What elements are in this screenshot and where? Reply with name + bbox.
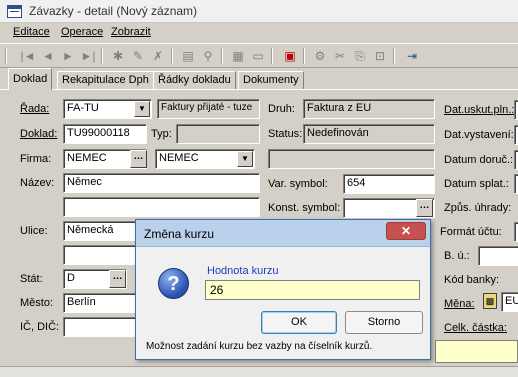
celk-castka-label: Celk. částka: xyxy=(444,322,507,334)
ulice-label: Ulice: xyxy=(20,225,48,237)
first-record-icon[interactable]: |◄ xyxy=(20,48,36,64)
status-field: Nedefinován xyxy=(303,124,435,144)
status-label: Status: xyxy=(268,128,303,140)
rada-combo[interactable]: FA-TU ▼ xyxy=(63,99,152,119)
app-window-icon xyxy=(7,5,22,18)
nazev2-field[interactable] xyxy=(63,197,260,217)
dat-vystaveni-field[interactable] xyxy=(514,125,518,145)
menu-zobrazit[interactable]: Zobrazit xyxy=(111,26,151,38)
print-icon[interactable]: ▭ xyxy=(250,48,266,64)
dialog-title: Změna kurzu xyxy=(144,227,215,241)
horizontal-scrollbar[interactable] xyxy=(0,366,518,377)
attach-icon[interactable]: ⎘ xyxy=(352,48,368,64)
find-icon[interactable]: ⚲ xyxy=(200,48,216,64)
prev-record-icon[interactable]: ◄ xyxy=(40,48,56,64)
change-rate-dialog: Změna kurzu ✕ ? Hodnota kurzu 26 OK Stor… xyxy=(135,219,431,360)
stat-lookup-button[interactable]: … xyxy=(109,270,126,288)
nazev-field[interactable]: Němec xyxy=(63,173,260,193)
question-icon: ? xyxy=(158,268,189,299)
menu-operace[interactable]: Operace xyxy=(61,26,103,38)
stat-label: Stát: xyxy=(20,273,43,285)
tab-radky-dokladu[interactable]: Řádky dokladu xyxy=(153,71,236,89)
typ-label: Typ: xyxy=(151,128,172,140)
currency-icon[interactable]: ▩ xyxy=(483,293,497,309)
var-symbol-field[interactable]: 654 xyxy=(343,174,435,194)
tab-strip: Doklad Rekapitulace Dph Řádky dokladu Do… xyxy=(0,68,518,90)
tab-dokumenty[interactable]: Dokumenty xyxy=(238,71,304,89)
rada-description: Faktury přijaté - tuze xyxy=(157,99,260,119)
gear-icon[interactable]: ⚙ xyxy=(312,48,328,64)
mena-label: Měna: xyxy=(444,298,475,310)
chevron-down-icon[interactable]: ▼ xyxy=(134,101,150,117)
dat-uskut-field[interactable] xyxy=(514,100,518,120)
tools-icon[interactable]: ✂ xyxy=(332,48,348,64)
close-icon[interactable]: ✕ xyxy=(386,222,426,240)
konst-symbol-lookup-button[interactable]: … xyxy=(416,199,433,217)
menu-editace[interactable]: Editace xyxy=(13,26,50,38)
document-icon[interactable]: ▤ xyxy=(180,48,196,64)
doklad-field[interactable]: TU99000118 xyxy=(63,124,147,144)
insert-record-icon[interactable]: ✱ xyxy=(110,48,126,64)
bu-field[interactable] xyxy=(478,246,518,266)
toolbar: |◄ ◄ ► ►| ✱ ✎ ✗ ▤ ⚲ ▦ ▭ ▣ ⚙ ✂ ⎘ ⊡ ⇥ xyxy=(0,43,518,68)
ic-dic-label: IČ, DIČ: xyxy=(20,321,60,333)
firma-lookup-button[interactable]: … xyxy=(130,150,147,168)
next-record-icon[interactable]: ► xyxy=(60,48,76,64)
rate-input-label: Hodnota kurzu xyxy=(207,265,279,277)
firma-label: Firma: xyxy=(20,153,52,165)
cancel-button[interactable]: Storno xyxy=(345,311,423,334)
exit-icon[interactable]: ⇥ xyxy=(404,48,420,64)
zpusob-uhrady-label: Způs. úhrady: xyxy=(444,202,512,214)
delete-record-icon[interactable]: ✗ xyxy=(150,48,166,64)
chevron-down-icon[interactable]: ▼ xyxy=(237,151,253,167)
blank-middle-field xyxy=(268,149,435,169)
celk-castka-field[interactable] xyxy=(435,340,518,363)
format-uctu-label: Formát účtu: xyxy=(440,226,502,238)
bu-label: B. ú.: xyxy=(444,250,470,262)
datum-doruc-field[interactable] xyxy=(514,150,518,170)
menu-bar: Editace Operace Zobrazit xyxy=(0,24,518,42)
format-uctu-field[interactable] xyxy=(514,222,518,242)
nazev-label: Název: xyxy=(20,177,55,189)
lock-icon[interactable]: ⊡ xyxy=(372,48,388,64)
dat-vystaveni-label: Dat.vystavení: xyxy=(444,129,514,141)
druh-field: Faktura z EU xyxy=(303,99,435,119)
druh-label: Druh: xyxy=(268,103,295,115)
tab-rekapitulace-dph[interactable]: Rekapitulace Dph xyxy=(57,71,154,89)
dialog-title-bar: Změna kurzu ✕ xyxy=(136,220,430,247)
datum-doruc-label: Datum doruč.: xyxy=(444,154,514,166)
grid-icon[interactable]: ▦ xyxy=(230,48,246,64)
export-icon[interactable]: ▣ xyxy=(282,48,298,64)
last-record-icon[interactable]: ►| xyxy=(80,48,96,64)
mesto-label: Město: xyxy=(20,297,54,309)
typ-field[interactable] xyxy=(176,124,260,144)
datum-splat-field[interactable] xyxy=(514,174,518,194)
doklad-label: Doklad: xyxy=(20,128,58,140)
ok-button[interactable]: OK xyxy=(261,311,337,334)
dat-uskut-label: Dat.uskut.pln.: xyxy=(444,104,515,116)
var-symbol-label: Var. symbol: xyxy=(268,178,328,190)
rate-input[interactable]: 26 xyxy=(205,280,420,300)
datum-splat-label: Datum splat.: xyxy=(444,178,509,190)
window-title: Závazky - detail (Nový záznam) xyxy=(29,4,198,18)
konst-symbol-label: Konst. symbol: xyxy=(268,202,341,214)
window-title-bar: Závazky - detail (Nový záznam) xyxy=(0,0,518,23)
edit-record-icon[interactable]: ✎ xyxy=(130,48,146,64)
dialog-footer-text: Možnost zadání kurzu bez vazby na číseln… xyxy=(146,341,373,352)
firma-combo[interactable]: NEMEC ▼ xyxy=(155,149,255,169)
rada-label: Řada: xyxy=(20,103,50,115)
mena-field[interactable]: EU xyxy=(501,292,518,312)
tab-doklad[interactable]: Doklad xyxy=(8,68,53,90)
kod-banky-label: Kód banky: xyxy=(444,274,500,286)
